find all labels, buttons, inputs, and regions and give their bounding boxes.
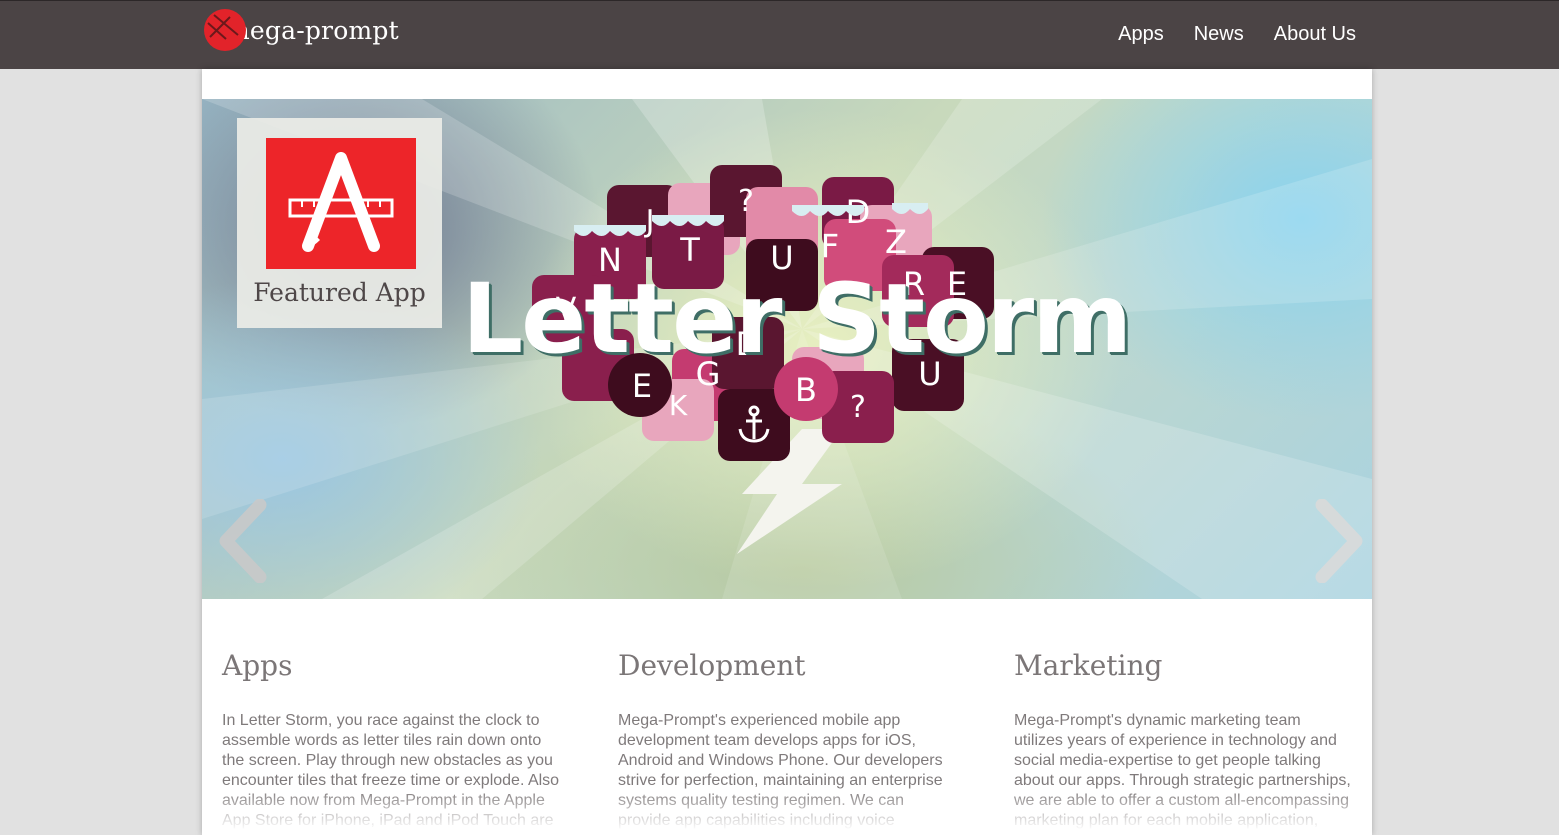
- hero-title: Letter Storm: [462, 263, 1132, 375]
- tile-letter: ?: [850, 390, 866, 425]
- section-title: Development: [618, 649, 806, 682]
- carousel-prev-button[interactable]: [212, 498, 272, 584]
- tile-letter: ?: [738, 184, 754, 219]
- nav-apps[interactable]: Apps: [1118, 23, 1164, 46]
- tile-letter: B: [795, 371, 817, 409]
- brand-name: mega-prompt: [226, 15, 399, 45]
- chevron-left-icon: [219, 498, 267, 584]
- mega-prompt-logo-icon: [204, 9, 246, 51]
- section-title: Apps: [222, 649, 293, 682]
- tile-letter: F: [821, 227, 839, 265]
- page-content: N T U F D Z E R ? E G B U ? K D V J: [202, 69, 1372, 835]
- section-title: Marketing: [1014, 649, 1163, 682]
- top-navbar: mega-prompt Apps News About Us: [0, 0, 1559, 69]
- chevron-right-icon: [1315, 498, 1363, 584]
- tile-letter: K: [669, 389, 688, 422]
- tile-letter: Z: [885, 223, 907, 261]
- carousel-next-button[interactable]: [1310, 498, 1370, 584]
- nav-about-us[interactable]: About Us: [1274, 23, 1356, 46]
- nav-news[interactable]: News: [1194, 23, 1244, 46]
- brand-logo-link[interactable]: mega-prompt: [204, 8, 399, 52]
- main-nav: Apps News About Us: [1088, 1, 1356, 67]
- hero-carousel: N T U F D Z E R ? E G B U ? K D V J: [202, 99, 1372, 599]
- letter-a-paintbrush-icon: [266, 138, 416, 269]
- bottom-fade: [202, 789, 1372, 835]
